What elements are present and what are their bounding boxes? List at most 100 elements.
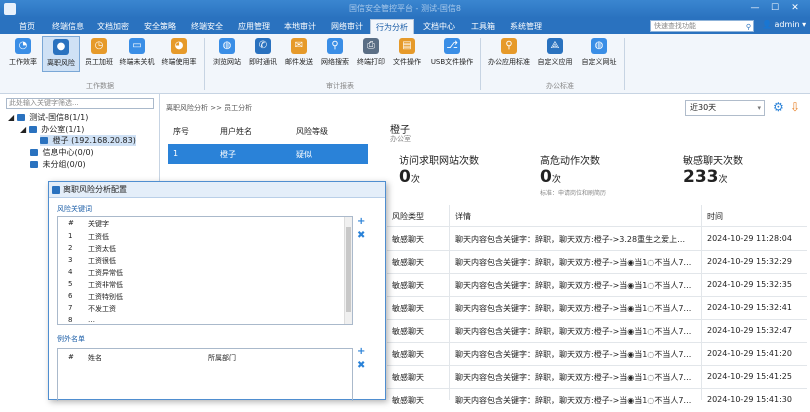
exceptions-list[interactable]: # 姓名 所属部门 — [57, 348, 353, 401]
cell-type: 敏感聊天 — [392, 350, 424, 359]
col-header-no: 序号 — [173, 127, 189, 136]
record-row[interactable]: 敏感聊天 聊天内容包含关键字：辞职，聊天双方:橙子->当◉当1◌不当人7… 20… — [387, 343, 807, 366]
ribbon-label: 办公应用标准 — [488, 58, 530, 66]
export-icon[interactable]: ⇩ — [790, 100, 800, 114]
stat-unit: 次 — [551, 175, 561, 185]
menu-item-behavior-analysis[interactable]: 行为分析 — [370, 19, 414, 34]
record-row[interactable]: 敏感聊天 聊天内容包含关键字：辞职，聊天双方:橙子->当◉当1◌不当人7… 20… — [387, 389, 807, 412]
keyword-row[interactable]: 3 工资很低 — [58, 254, 346, 266]
menu-item-terminal-info[interactable]: 终端信息 — [46, 19, 90, 34]
keyword-row[interactable]: 4 工资异常低 — [58, 266, 346, 278]
keyword-row[interactable]: 7 不发工资 — [58, 302, 346, 314]
search-icon[interactable]: ⚲ — [746, 22, 751, 32]
cell-time: 2024-10-29 15:32:41 — [707, 303, 792, 312]
ribbon-usage-rate[interactable]: ◕ 终端使用率 — [160, 36, 198, 72]
ribbon-office-app-standard[interactable]: ⚲ 办公应用标准 — [486, 36, 532, 72]
menu-item-doc-encrypt[interactable]: 文档加密 — [90, 19, 136, 34]
cell-time: 2024-10-29 15:32:29 — [707, 257, 792, 266]
user-avatar-icon: 👤 — [762, 20, 772, 29]
cell-time: 2024-10-29 15:32:47 — [707, 326, 792, 335]
cell-type: 敏感聊天 — [392, 327, 424, 336]
scrollbar-thumb[interactable] — [346, 227, 351, 312]
record-row[interactable]: 敏感聊天 聊天内容包含关键字：辞职，聊天双方:橙子->当◉当1◌不当人7… 20… — [387, 274, 807, 297]
close-button[interactable]: ✕ — [788, 2, 802, 14]
cell-keyword: 工资太低 — [88, 245, 116, 253]
menu-bar: 首页 终端信息 文档加密 安全策略 终端安全 应用管理 本地审计 网络审计 行为… — [0, 18, 810, 34]
expand-icon[interactable]: ◢ — [20, 125, 26, 134]
menu-item-network-audit[interactable]: 网络审计 — [324, 19, 370, 34]
dialog-app-icon — [52, 186, 60, 194]
ribbon-overtime[interactable]: ◷ 员工加班 — [80, 36, 118, 72]
add-keyword-plus-icon[interactable]: + — [357, 216, 365, 227]
ribbon-web-search[interactable]: ⚲ 网络搜索 — [316, 36, 354, 72]
menu-item-security-policy[interactable]: 安全策略 — [138, 19, 182, 34]
tree-node-root[interactable]: ◢ 测试-国信8(1/1) — [8, 112, 88, 123]
keyword-row[interactable]: 6 工资特别低 — [58, 290, 346, 302]
tree-node-label: 测试-国信8(1/1) — [29, 113, 89, 122]
tree-node-terminal[interactable]: 橙子 (192.168.20.83) — [40, 135, 136, 146]
remove-exception-x-icon[interactable]: ✖ — [357, 360, 365, 371]
ribbon-not-shutdown[interactable]: ▭ 终端未关机 — [118, 36, 156, 72]
ribbon-work-efficiency[interactable]: ◔ 工作效率 — [4, 36, 42, 72]
add-exception-plus-icon[interactable]: + — [357, 346, 365, 357]
stat-high-risk-actions: 高危动作次数 0次 标准：申请岗位和刷简历 — [540, 152, 606, 197]
menu-item-home[interactable]: 首页 — [8, 19, 46, 34]
maximize-button[interactable]: ☐ — [768, 2, 782, 14]
cell-detail: 聊天内容包含关键字：辞职，聊天双方:橙子->当◉当1◌不当人7… — [455, 281, 692, 290]
ribbon-resignation-risk[interactable]: ● 离职风险 — [42, 36, 80, 72]
keyword-row[interactable]: 2 工资太低 — [58, 242, 346, 254]
ribbon-custom-url[interactable]: ◍ 自定义网址 — [580, 36, 618, 72]
search-monitor-icon: ⚲ — [327, 38, 343, 54]
menu-item-terminal-security[interactable]: 终端安全 — [184, 19, 230, 34]
menu-item-app-management[interactable]: 应用管理 — [232, 19, 276, 34]
ribbon-email[interactable]: ✉ 邮件发送 — [280, 36, 318, 72]
keywords-list[interactable]: # 关键字 1 工资低 2 工资太低 3 工资很低 4 工资异常低 5 工资非常… — [57, 216, 353, 325]
keyword-row[interactable]: 8 … — [58, 314, 346, 324]
record-row[interactable]: 敏感聊天 聊天内容包含关键字：辞职，聊天双方:橙子->当◉当1◌不当人7… 20… — [387, 251, 807, 274]
cell-keyword: 工资低 — [88, 233, 109, 241]
stat-value: 0 — [399, 167, 411, 187]
cell-risk-level: 疑似 — [296, 150, 312, 159]
keywords-scrollbar[interactable] — [344, 217, 352, 324]
ribbon-file-ops[interactable]: ▤ 文件操作 — [388, 36, 426, 72]
ribbon-toolbar: ◔ 工作效率 ● 离职风险 ◷ 员工加班 ▭ 终端未关机 ◕ 终端使用率 ◍ 浏… — [0, 34, 810, 94]
function-search-input[interactable]: 快速查找功能 ⚲ — [650, 20, 754, 32]
record-row[interactable]: 敏感聊天 聊天内容包含关键字：辞职，聊天双方:橙子->当◉当1◌不当人7… 20… — [387, 297, 807, 320]
remove-keyword-x-icon[interactable]: ✖ — [357, 230, 365, 241]
col-header-risk-level: 风险等级 — [296, 127, 328, 136]
col-header-dept: 所属部门 — [208, 354, 236, 362]
tree-filter-input[interactable]: 此处输入关键字筛选... — [6, 98, 154, 109]
gauge-icon: ◔ — [15, 38, 31, 54]
record-row[interactable]: 敏感聊天 聊天内容包含关键字：辞职，聊天双方:橙子->当◉当1◌不当人7… 20… — [387, 320, 807, 343]
expand-icon[interactable]: ◢ — [8, 113, 14, 122]
dialog-title-bar[interactable]: 离职风险分析配置 — [49, 182, 385, 198]
ribbon-label: 终端打印 — [357, 58, 385, 66]
usb-icon: ⎇ — [444, 38, 460, 54]
settings-gear-icon[interactable]: ⚙ — [773, 100, 784, 114]
keyword-row[interactable]: 5 工资非常低 — [58, 278, 346, 290]
ribbon-usb-file-ops[interactable]: ⎇ USB文件操作 — [428, 36, 476, 72]
cell-no: 2 — [68, 244, 73, 252]
keyword-row[interactable]: 1 工资低 — [58, 230, 346, 242]
tree-node-info-center[interactable]: 信息中心(0/0) — [30, 147, 94, 158]
menu-item-toolbox[interactable]: 工具箱 — [464, 19, 502, 34]
employee-row-selected[interactable]: 1 橙子 疑似 — [168, 144, 368, 164]
date-range-select[interactable]: 近30天 ▾ — [685, 100, 765, 116]
menu-item-local-audit[interactable]: 本地审计 — [278, 19, 322, 34]
ribbon-label: 离职风险 — [47, 59, 75, 67]
tree-node-ungrouped[interactable]: 未分组(0/0) — [30, 159, 86, 170]
menu-item-system-management[interactable]: 系统管理 — [504, 19, 548, 34]
record-row[interactable]: 敏感聊天 聊天内容包含关键字：辞职，聊天双方:橙子->3.28重生之爱上… 20… — [387, 228, 807, 251]
ribbon-printing[interactable]: ⎙ 终端打印 — [352, 36, 390, 72]
ribbon-web-browsing[interactable]: ◍ 浏览网站 — [208, 36, 246, 72]
stat-value: 0 — [540, 167, 552, 187]
menu-item-doc-center[interactable]: 文档中心 — [416, 19, 462, 34]
ribbon-im[interactable]: ✆ 即时通讯 — [244, 36, 282, 72]
ribbon-custom-app[interactable]: ⟁ 自定义应用 — [536, 36, 574, 72]
cell-keyword: 工资异常低 — [88, 269, 123, 277]
tree-node-office[interactable]: ◢ 办公室(1/1) — [20, 124, 84, 135]
minimize-button[interactable]: — — [748, 2, 762, 14]
cell-name: 橙子 — [220, 150, 236, 159]
record-row[interactable]: 敏感聊天 聊天内容包含关键字：辞职，聊天双方:橙子->当◉当1◌不当人7… 20… — [387, 366, 807, 389]
user-menu[interactable]: 👤 admin ▾ — [762, 20, 806, 29]
